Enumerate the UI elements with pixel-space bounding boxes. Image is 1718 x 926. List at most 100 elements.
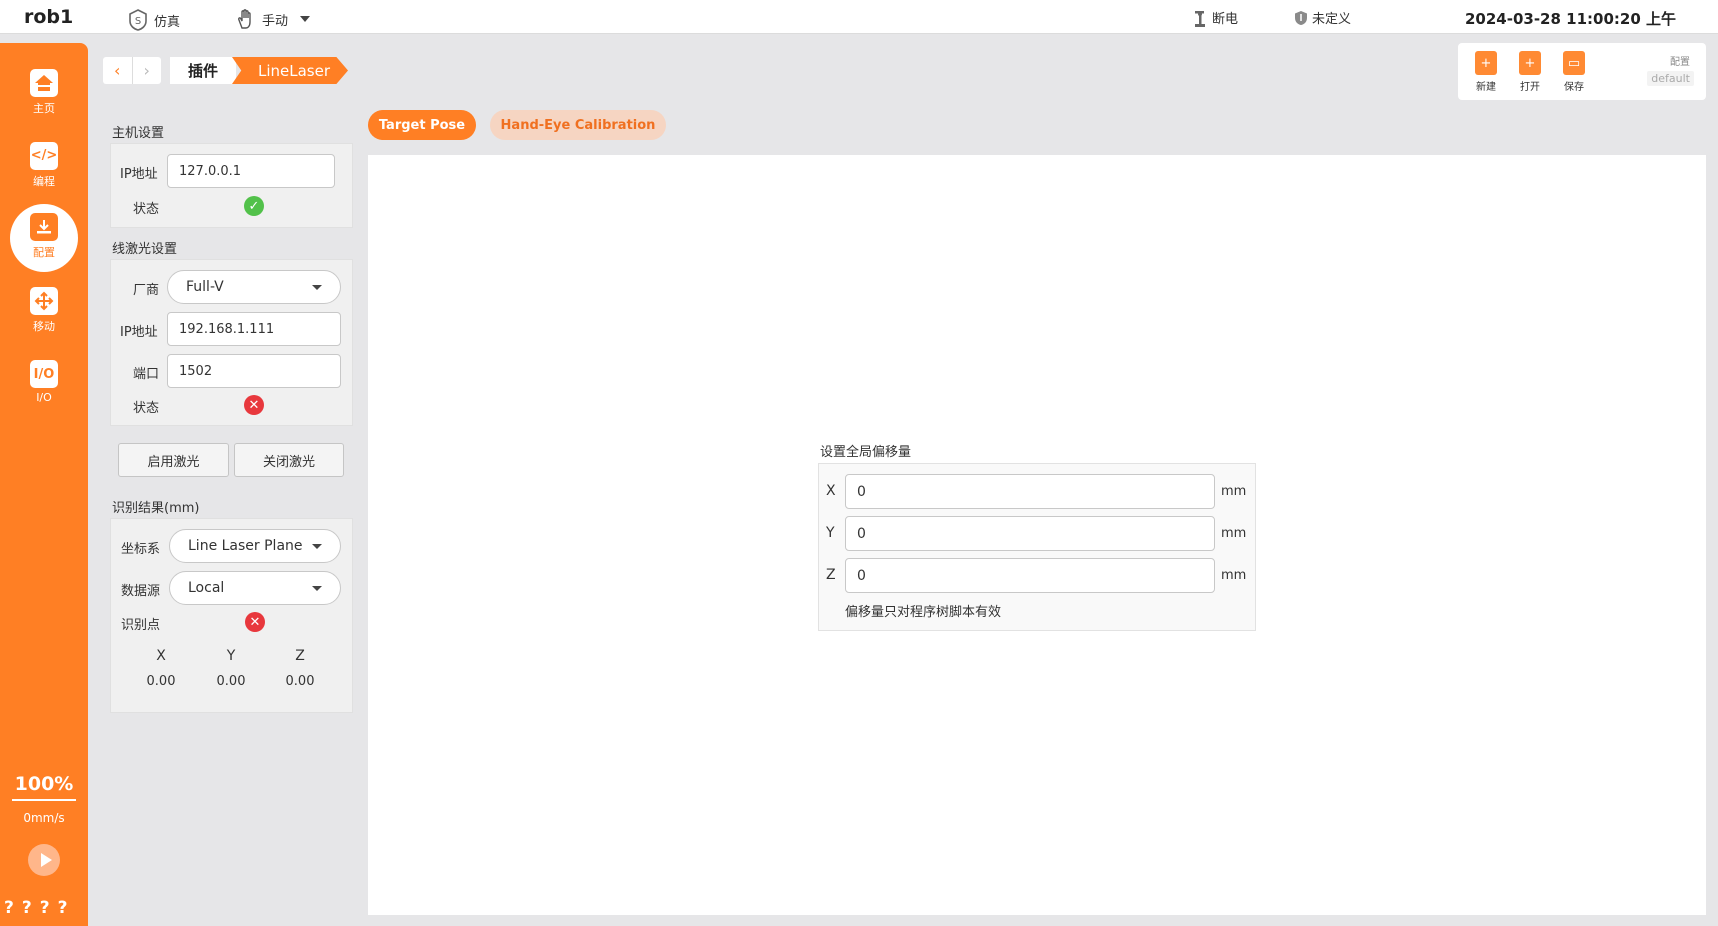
svg-text:S: S (135, 16, 141, 27)
error-icon: ✕ (245, 612, 265, 632)
host-ip-input[interactable]: 127.0.0.1 (167, 154, 335, 188)
open-folder-icon: + (1519, 51, 1541, 75)
chevron-down-icon (300, 16, 311, 22)
host-status-label: 状态 (133, 202, 160, 217)
host-settings-title: 主机设置 (112, 126, 165, 141)
speed-percent[interactable]: 100% (0, 773, 88, 795)
new-button[interactable]: + 新建 (1468, 51, 1504, 93)
sidebar-item-io[interactable]: I/O I/O (0, 351, 88, 413)
sidebar-item-label: 主页 (33, 101, 55, 115)
chevron-down-icon (312, 544, 322, 549)
coord-value-z: 0.00 (285, 674, 315, 689)
sidebar-item-move[interactable]: 移动 (0, 279, 88, 341)
vendor-value: Full-V (186, 279, 224, 295)
offset-x-input[interactable]: 0 (845, 474, 1215, 509)
new-file-icon: + (1475, 51, 1497, 75)
history-nav: ‹ › (103, 57, 161, 84)
open-label: 打开 (1520, 82, 1540, 93)
sidebar-item-program[interactable]: </> 编程 (0, 134, 88, 196)
sidebar-item-label: 编程 (33, 174, 55, 188)
sidebar-item-label: 配置 (33, 245, 55, 259)
play-icon (40, 853, 52, 867)
sim-label: 仿真 (154, 14, 181, 30)
power-status[interactable]: 断电 (1192, 8, 1238, 27)
disable-laser-button[interactable]: 关闭激光 (234, 443, 344, 477)
save-label: 保存 (1564, 82, 1584, 93)
breadcrumb-linelaser[interactable]: LineLaser (232, 57, 348, 84)
new-label: 新建 (1476, 82, 1496, 93)
sidebar-item-config[interactable]: 配置 (0, 204, 88, 272)
chevron-down-icon (312, 586, 322, 591)
error-icon: ✕ (244, 395, 264, 415)
file-toolbar: + 新建 + 打开 ▭ 保存 配置 default (1458, 43, 1706, 100)
speed-value: 0mm/s (23, 811, 65, 825)
check-icon: ✓ (244, 196, 264, 216)
sidebar-item-label: 移动 (33, 319, 55, 333)
offset-z-input[interactable]: 0 (845, 558, 1215, 593)
back-arrow-icon[interactable]: ‹ (103, 57, 132, 84)
sim-mode[interactable]: S 仿真 (126, 8, 180, 32)
robot-arm-icon (1195, 10, 1205, 27)
laser-status-label: 状态 (133, 401, 160, 416)
coord-value-y: 0.00 (216, 674, 246, 689)
laser-ip-input[interactable]: 192.168.1.111 (167, 312, 341, 346)
speed-underline (12, 799, 76, 801)
port-label: 端口 (133, 367, 160, 382)
config-name-label: 配置 (1670, 57, 1690, 68)
code-icon: </> (30, 141, 58, 170)
vendor-label: 厂商 (133, 283, 160, 298)
offset-y-label: Y (826, 525, 835, 541)
play-button[interactable] (28, 844, 60, 876)
laser-settings-title: 线激光设置 (112, 242, 178, 257)
forward-arrow-icon[interactable]: › (131, 57, 162, 84)
save-button[interactable]: ▭ 保存 (1556, 51, 1592, 93)
coord-value-x: 0.00 (146, 674, 176, 689)
source-value: Local (188, 580, 225, 596)
frame-label: 坐标系 (121, 542, 161, 557)
home-icon (30, 68, 58, 97)
chevron-down-icon (312, 285, 322, 290)
top-bar: rob1 S 仿真 手动 断电 未定义 2024-03-28 11:00:20 … (0, 0, 1718, 34)
status-placeholders: ???? (4, 898, 76, 918)
result-title: 识别结果(mm) (112, 501, 200, 516)
tab-hand-eye-calibration[interactable]: Hand-Eye Calibration (490, 110, 666, 140)
source-select[interactable]: Local (169, 571, 341, 605)
config-name-value: default (1647, 71, 1694, 86)
offset-z-unit: mm (1221, 568, 1247, 583)
open-button[interactable]: + 打开 (1512, 51, 1548, 93)
safety-status[interactable]: 未定义 (1294, 8, 1351, 27)
offset-y-unit: mm (1221, 526, 1247, 541)
offset-z-label: Z (826, 567, 836, 583)
mode-label: 手动 (262, 13, 289, 29)
save-icon: ▭ (1563, 51, 1585, 75)
offset-y-input[interactable]: 0 (845, 516, 1215, 551)
io-icon: I/O (30, 360, 58, 388)
mode-dropdown[interactable]: 手动 (234, 8, 311, 30)
sim-shield-icon: S (129, 9, 147, 31)
coord-header-z: Z (295, 648, 305, 664)
offset-x-label: X (826, 483, 836, 499)
datetime: 2024-03-28 11:00:20 上午 (1464, 10, 1676, 28)
tab-target-pose[interactable]: Target Pose (368, 110, 476, 140)
offset-x-unit: mm (1221, 484, 1247, 499)
config-icon (30, 212, 58, 241)
sidebar-item-home[interactable]: 主页 (0, 61, 88, 123)
breadcrumb-plugins[interactable]: 插件 (170, 57, 236, 84)
coord-header-y: Y (226, 648, 236, 664)
sidebar: 主页 </> 编程 配置 移动 I/O I/O 100% 0mm/s ???? (0, 43, 88, 926)
safety-shield-icon (1295, 10, 1307, 25)
power-label: 断电 (1212, 12, 1239, 27)
host-ip-label: IP地址 (120, 167, 158, 182)
laser-ip-label: IP地址 (120, 325, 158, 340)
global-offset-title: 设置全局偏移量 (820, 445, 912, 460)
frame-select[interactable]: Line Laser Plane (169, 529, 341, 563)
offset-note: 偏移量只对程序树脚本有效 (845, 605, 1002, 620)
source-label: 数据源 (121, 584, 161, 599)
enable-laser-button[interactable]: 启用激光 (118, 443, 229, 477)
move-icon (30, 286, 58, 315)
point-label: 识别点 (121, 618, 161, 633)
robot-name: rob1 (24, 6, 74, 28)
port-input[interactable]: 1502 (167, 354, 341, 388)
vendor-select[interactable]: Full-V (167, 270, 341, 304)
frame-value: Line Laser Plane (188, 538, 303, 554)
